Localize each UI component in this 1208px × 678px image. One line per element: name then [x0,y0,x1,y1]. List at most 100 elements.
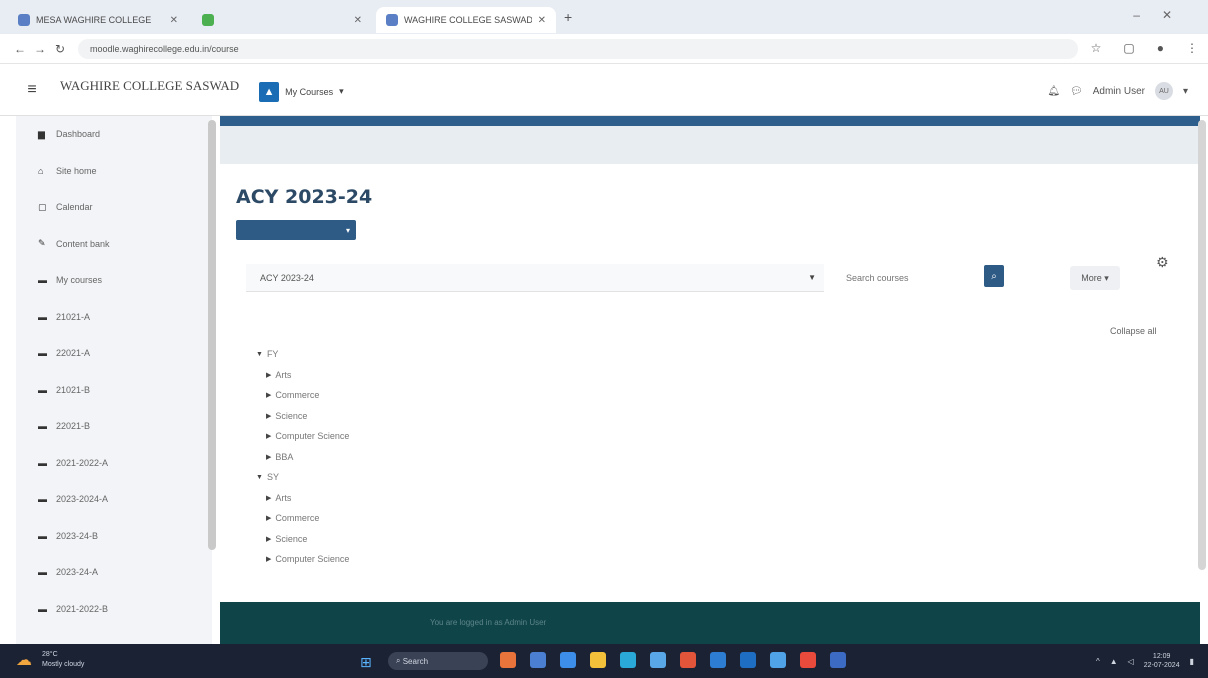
gear-icon[interactable]: ⚙ [1156,254,1169,271]
app-icon[interactable] [740,652,756,668]
caret-right-icon: ▶ [266,494,272,502]
graduation-cap-icon: ▬ [38,311,47,322]
collapse-all-link[interactable]: Collapse all [1110,326,1157,336]
list-item[interactable]: ▶ Science [256,529,349,550]
browser-tab[interactable]: MESA WAGHIRE COLLEGE ✕ [8,7,188,33]
list-item-label: Computer Science [275,431,350,442]
new-tab-icon[interactable]: + [564,9,572,25]
list-item[interactable]: ▶ Computer Science [256,426,349,447]
my-courses-label: My Courses [285,86,334,97]
more-button[interactable]: More ▾ [1070,266,1120,290]
reload-icon[interactable]: ↻ [50,42,70,56]
browser-tab-active[interactable]: WAGHIRE COLLEGE SASWAD ✕ [376,7,556,33]
taskbar-search[interactable]: ⌕ Search [388,652,488,670]
clock[interactable]: 12:09 22-07-2024 [1144,652,1180,670]
messages-icon[interactable]: 💬︎ [1070,86,1083,97]
sidebar-item-course[interactable]: ▬ 21021-B [16,372,212,409]
app-icon[interactable] [770,652,786,668]
tab-label: WAGHIRE COLLEGE SASWAD [404,15,532,25]
sidebar-item-course[interactable]: ▬ 22021-A [16,335,212,372]
sidebar-item-course[interactable]: ▬ 2021-2022-B [16,591,212,628]
caret-right-icon: ▶ [266,392,272,400]
close-icon[interactable]: ✕ [538,15,546,26]
address-bar-icons: ☆ ▢ ● ⋮ [1091,41,1198,55]
page-scrollbar[interactable] [1198,120,1206,570]
search-courses-input[interactable] [838,266,978,290]
sidebar-item-course[interactable]: ▬ 2021-2022-A [16,445,212,482]
sidebar-item-my-courses[interactable]: ▬ My courses [16,262,212,299]
back-icon[interactable]: ← [10,42,30,56]
graduation-cap-icon: ▬ [38,275,47,286]
profile-icon[interactable]: ● [1157,41,1164,55]
list-item[interactable]: ▶ Arts [256,488,349,509]
windows-start-icon[interactable]: ⊞ [360,654,372,671]
list-item[interactable]: ▼ FY [256,344,349,365]
sidebar-item-course[interactable]: ▬ 22021-B [16,408,212,445]
sidebar-item-content-bank[interactable]: ✎ Content bank [16,226,212,263]
list-item[interactable]: ▼ SY [256,467,349,488]
chevron-up-icon[interactable]: ^ [1096,657,1100,666]
search-button[interactable]: ⌕ [984,265,1004,287]
list-item-label: Arts [275,369,292,380]
header-band [220,116,1200,126]
graduation-cap-icon: ▬ [38,603,47,614]
caret-down-icon: ▼ [256,350,263,358]
list-item[interactable]: ▶ Science [256,406,349,427]
sidebar-item-course[interactable]: ▬ 2023-24-B [16,518,212,555]
sidebar-item-site-home[interactable]: ⌂ Site home [16,153,212,190]
app-icon[interactable] [560,652,576,668]
folder-icon[interactable] [590,652,606,668]
sidebar-item-course[interactable]: ▬ 2023-2024-A [16,481,212,518]
close-icon[interactable]: ✕ [354,15,362,26]
category-tree: ▼ FY ▶ Arts ▶ Commerce ▶ Science ▶ Computer S… [256,344,349,570]
chrome-icon[interactable] [800,652,816,668]
app-icon[interactable] [530,652,546,668]
list-item[interactable]: ▶ Computer Science [256,549,349,570]
volume-icon[interactable]: ◁ [1128,657,1134,666]
sidebar-scrollbar[interactable] [208,120,216,550]
sidebar-item-label: 22021-B [56,421,91,432]
category-actions-dropdown[interactable]: ▾ [236,220,356,240]
url-field[interactable]: moodle.waghirecollege.edu.in/course [78,38,1078,59]
weather-text: 28°C Mostly cloudy [42,650,84,670]
network-icon[interactable]: ▲ [1110,657,1118,666]
browser-tab[interactable]: ✕ [192,7,372,33]
weather-widget[interactable]: ☁ 28°C Mostly cloudy [16,650,84,670]
list-item[interactable]: ▶ Commerce [256,508,349,529]
app-icon[interactable] [500,652,516,668]
app-icon[interactable] [830,652,846,668]
my-courses-button[interactable]: ▲ My Courses ▾ [259,81,344,102]
bell-icon[interactable]: 🔔︎ [1047,86,1060,97]
caret-right-icon: ▶ [266,535,272,543]
notification-icon[interactable]: ▮ [1190,657,1194,666]
sidebar-item-dashboard[interactable]: ▆ Dashboard [16,116,212,153]
sidebar-item-course[interactable]: ▬ 21021-A [16,299,212,336]
extensions-icon[interactable]: ▢ [1123,41,1134,55]
window-controls[interactable]: –✕ [1133,8,1194,22]
hamburger-menu-icon[interactable]: ≡ [12,81,52,99]
content-bank-icon: ✎ [38,238,46,249]
list-item[interactable]: ▶ Arts [256,365,349,386]
user-name[interactable]: Admin User [1093,86,1145,97]
menu-icon[interactable]: ⋮ [1186,41,1198,55]
sidebar-item-label: 2023-24-B [56,530,99,541]
avatar[interactable]: AU [1154,82,1173,100]
app-icon[interactable] [710,652,726,668]
chevron-down-icon[interactable]: ▾ [1183,86,1188,97]
star-icon[interactable]: ☆ [1091,41,1102,55]
sidebar-item-label: 22021-A [56,348,91,359]
list-item[interactable]: ▶ Commerce [256,385,349,406]
app-icon[interactable] [650,652,666,668]
chevron-down-icon: ▾ [345,225,350,235]
navbar-user-area: 🔔︎ 💬︎ Admin User AU ▾ [1047,82,1188,100]
forward-icon[interactable]: → [30,42,50,56]
category-select[interactable]: ACY 2023-24 ▼ [246,264,824,292]
app-icon[interactable] [680,652,696,668]
close-icon[interactable]: ✕ [170,15,178,26]
edge-icon[interactable] [620,652,636,668]
list-item[interactable]: ▶ BBA [256,447,349,468]
sidebar-item-course[interactable]: ▬ 2023-24-A [16,554,212,591]
taskbar-apps [500,652,846,668]
site-name[interactable]: WAGHIRE COLLEGE SASWAD [60,78,239,94]
sidebar-item-calendar[interactable]: ▢ Calendar [16,189,212,226]
